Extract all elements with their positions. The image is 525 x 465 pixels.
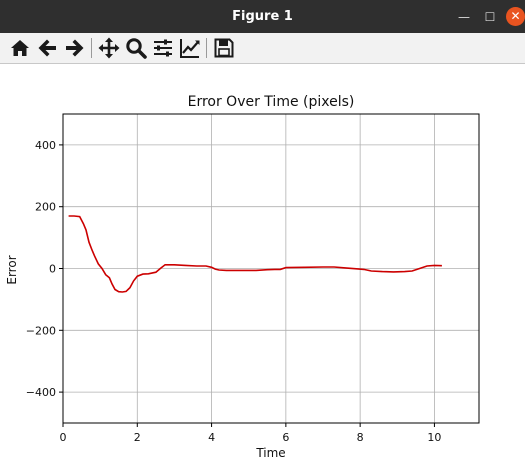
x-tick-label: 6 [282,431,289,444]
toolbar-separator [91,38,92,58]
minimize-button[interactable]: — [455,8,473,26]
edit-axes-button[interactable] [178,36,202,60]
y-tick-label: −400 [26,386,56,399]
x-tick-label: 4 [208,431,215,444]
home-icon [11,40,29,56]
title-bar: Figure 1 — ☐ ✕ [0,0,525,33]
x-axis-label: Time [255,446,285,460]
home-button[interactable] [8,36,32,60]
chart-title: Error Over Time (pixels) [188,94,355,110]
back-arrow-icon [38,39,56,57]
configure-subplots-icon [154,39,172,57]
y-axis-label: Error [5,255,19,284]
zoom-button[interactable] [124,36,148,60]
y-tick-label: −200 [26,324,56,337]
navigation-toolbar [0,33,525,64]
edit-axes-icon [180,39,200,58]
pan-icon [98,37,120,59]
chart: Error Over Time (pixels) Time Error 0 2 4 6… [5,94,480,460]
forward-button[interactable] [62,36,86,60]
y-tick-label: 400 [35,139,56,152]
window-title: Figure 1 [232,9,293,24]
configure-subplots-button[interactable] [151,36,175,60]
maximize-button[interactable]: ☐ [481,8,499,26]
close-button[interactable]: ✕ [506,7,525,26]
forward-arrow-icon [66,39,84,57]
x-tick-label: 8 [357,431,364,444]
y-tick-label: 200 [35,201,56,214]
save-button[interactable] [212,36,236,60]
zoom-icon [126,38,147,59]
grid [62,114,479,423]
series-line [68,215,442,293]
x-tick-label: 0 [60,431,67,444]
figure-canvas[interactable]: Error Over Time (pixels) Time Error 0 2 4 6… [0,64,525,465]
axis-ticks: 0 2 4 6 8 10 −400 −200 0 200 400 [26,139,442,444]
toolbar-separator [206,38,207,58]
save-icon [214,38,234,58]
back-button[interactable] [36,36,60,60]
y-tick-label: 0 [49,263,56,276]
x-tick-label: 10 [427,431,441,444]
x-tick-label: 2 [134,431,141,444]
pan-button[interactable] [97,36,121,60]
